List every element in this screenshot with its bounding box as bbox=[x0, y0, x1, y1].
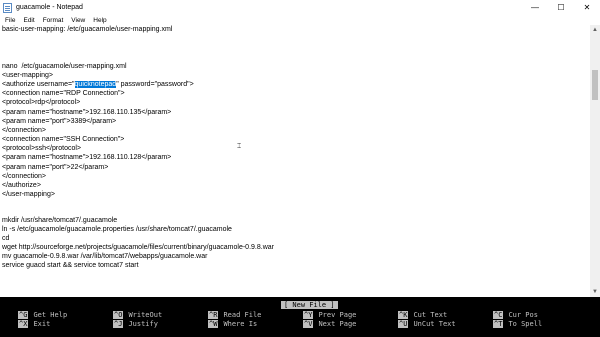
menu-help[interactable]: Help bbox=[93, 17, 106, 24]
menu-bar: File Edit Format View Help bbox=[0, 15, 600, 25]
shortcut-next-page[interactable]: ^V Next Page bbox=[303, 320, 356, 328]
editor-line: <connection name="SSH Connection"> bbox=[2, 136, 125, 143]
shortcut-label: Cur Pos bbox=[508, 311, 538, 319]
shortcut-key: ^Y bbox=[303, 311, 314, 319]
editor-line: basic-user-mapping: /etc/guacamole/user-… bbox=[2, 26, 173, 33]
editor-line: <param name="port">3389</param> bbox=[2, 118, 117, 125]
editor-line: mv guacamole-0.9.8.war /var/lib/tomcat7/… bbox=[2, 253, 208, 260]
shortcut-key: ^R bbox=[208, 311, 219, 319]
shortcut-label: Cut Text bbox=[413, 311, 448, 319]
shortcut-cur-pos[interactable]: ^C Cur Pos bbox=[493, 311, 538, 319]
nano-shortcut-bar: [ New File ] ^G Get Help ^O WriteOut ^R Rea… bbox=[0, 297, 600, 337]
maximize-button[interactable]: ☐ bbox=[548, 0, 574, 15]
editor-line: <connection name="RDP Connection"> bbox=[2, 90, 125, 97]
shortcut-label: Where Is bbox=[223, 320, 258, 328]
editor-line: </connection> bbox=[2, 173, 46, 180]
window-controls: — ☐ ✕ bbox=[522, 0, 600, 15]
scrollbar-thumb[interactable] bbox=[592, 70, 598, 100]
editor-line: <param name="hostname">192.168.110.135</… bbox=[2, 109, 172, 116]
editor-line: <user-mapping> bbox=[2, 72, 53, 79]
shortcut-justify[interactable]: ^J Justify bbox=[113, 320, 158, 328]
shortcut-key: ^V bbox=[303, 320, 314, 328]
shortcut-key: ^O bbox=[113, 311, 124, 319]
shortcut-uncut-text[interactable]: ^U UnCut Text bbox=[398, 320, 456, 328]
minimize-button[interactable]: — bbox=[522, 0, 548, 15]
editor-line: </connection> bbox=[2, 127, 46, 134]
shortcut-key: ^G bbox=[18, 311, 29, 319]
shortcut-label: Justify bbox=[128, 320, 158, 328]
shortcut-label: WriteOut bbox=[128, 311, 163, 319]
text-cursor-icon: ⌶ bbox=[237, 143, 242, 150]
vertical-scrollbar[interactable]: ▲ ▼ bbox=[590, 25, 600, 297]
editor-line: <protocol>ssh</protocol> bbox=[2, 145, 81, 152]
shortcut-where-is[interactable]: ^W Where Is bbox=[208, 320, 257, 328]
shortcut-exit[interactable]: ^X Exit bbox=[18, 320, 50, 328]
scroll-down-icon[interactable]: ▼ bbox=[590, 287, 600, 297]
authorize-line: <authorize username="quicknotepad" passw… bbox=[2, 80, 194, 89]
authorize-prefix: <authorize username=" bbox=[2, 81, 75, 88]
title-bar: guacamole - Notepad — ☐ ✕ bbox=[0, 0, 600, 15]
shortcut-key: ^U bbox=[398, 320, 409, 328]
status-message: [ New File ] bbox=[281, 301, 338, 309]
shortcut-label: Prev Page bbox=[318, 311, 357, 319]
shortcut-key: ^J bbox=[113, 320, 124, 328]
shortcut-key: ^K bbox=[398, 311, 409, 319]
selected-text[interactable]: quicknotepad bbox=[74, 81, 117, 88]
editor-line: ln -s /etc/guacamole/guacamole.propertie… bbox=[2, 226, 232, 233]
editor-line: <protocol>rdp</protocol> bbox=[2, 99, 81, 106]
shortcut-read-file[interactable]: ^R Read File bbox=[208, 311, 261, 319]
shortcut-key: ^W bbox=[208, 320, 219, 328]
menu-file[interactable]: File bbox=[5, 17, 15, 24]
editor-line: <param name="hostname">192.168.110.128</… bbox=[2, 154, 172, 161]
shortcut-label: Read File bbox=[223, 311, 262, 319]
shortcut-prev-page[interactable]: ^Y Prev Page bbox=[303, 311, 356, 319]
authorize-suffix: " password="password"> bbox=[116, 81, 194, 88]
window-title: guacamole - Notepad bbox=[16, 4, 83, 11]
editor-line: wget http://sourceforge.net/projects/gua… bbox=[2, 244, 274, 251]
shortcut-key: ^X bbox=[18, 320, 29, 328]
shortcut-label: Next Page bbox=[318, 320, 357, 328]
editor-line: </user-mapping> bbox=[2, 191, 55, 198]
editor-line: service guacd start && service tomcat7 s… bbox=[2, 262, 139, 269]
close-button[interactable]: ✕ bbox=[574, 0, 600, 15]
menu-view[interactable]: View bbox=[71, 17, 85, 24]
menu-edit[interactable]: Edit bbox=[23, 17, 34, 24]
editor-line: cd bbox=[2, 235, 10, 242]
text-editor-area[interactable]: basic-user-mapping: /etc/guacamole/user-… bbox=[0, 25, 590, 297]
shortcut-get-help[interactable]: ^G Get Help bbox=[18, 311, 67, 319]
editor-line: nano /etc/guacamole/user-mapping.xml bbox=[2, 63, 127, 70]
shortcut-key: ^C bbox=[493, 311, 504, 319]
scroll-up-icon[interactable]: ▲ bbox=[590, 25, 600, 35]
shortcut-label: Get Help bbox=[33, 311, 68, 319]
shortcut-label: Exit bbox=[33, 320, 51, 328]
editor-line: </authorize> bbox=[2, 182, 41, 189]
shortcut-writeout[interactable]: ^O WriteOut bbox=[113, 311, 162, 319]
editor-line: mkdir /usr/share/tomcat7/.guacamole bbox=[2, 217, 118, 224]
shortcut-cut-text[interactable]: ^K Cut Text bbox=[398, 311, 447, 319]
menu-format[interactable]: Format bbox=[43, 17, 64, 24]
shortcut-key: ^T bbox=[493, 320, 504, 328]
notepad-icon bbox=[3, 2, 12, 13]
shortcut-to-spell[interactable]: ^T To Spell bbox=[493, 320, 542, 328]
editor-line: <param name="port">22</param> bbox=[2, 164, 109, 171]
shortcut-label: UnCut Text bbox=[413, 320, 456, 328]
shortcut-label: To Spell bbox=[508, 320, 543, 328]
